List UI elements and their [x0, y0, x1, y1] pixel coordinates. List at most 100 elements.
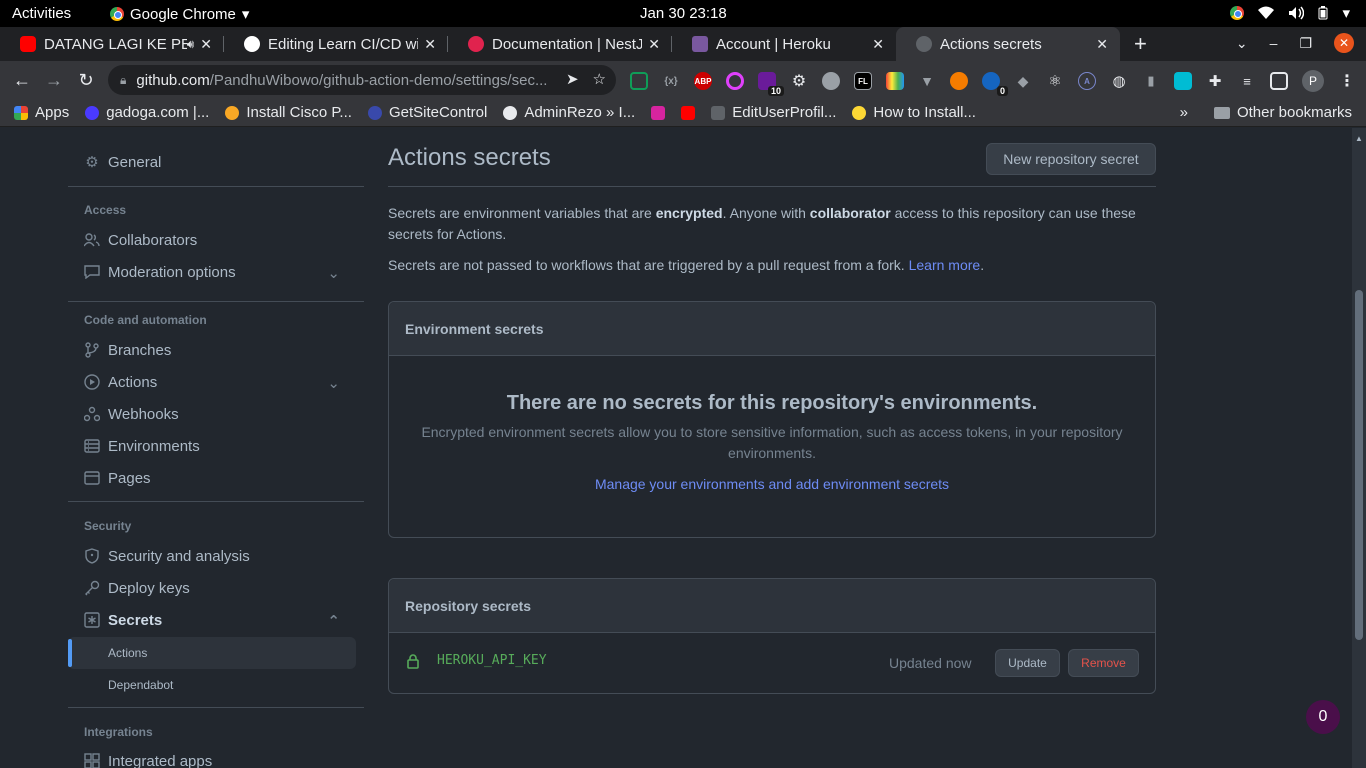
bookmark-item[interactable]: EditUserProfil...	[711, 104, 836, 121]
tab-search-icon[interactable]: ⌄	[1236, 35, 1248, 52]
angular-extension-icon[interactable]: A	[1078, 72, 1096, 90]
bookmark-apps[interactable]: Apps	[14, 104, 69, 121]
json-extension-icon[interactable]: {x}	[662, 72, 680, 90]
kebab-menu-icon[interactable]: ⋮	[1338, 72, 1356, 90]
app-menu[interactable]: Google Chrome ▾	[110, 5, 249, 23]
restore-button[interactable]: ❐	[1299, 35, 1312, 52]
bookmark-item[interactable]: AdminRezo » I...	[503, 104, 635, 121]
play-icon	[84, 374, 100, 390]
blue-extension-icon[interactable]: 0	[982, 72, 1008, 96]
caret-down-icon: ▾	[1342, 5, 1350, 22]
chevron-down-icon[interactable]: ⌄	[327, 264, 340, 282]
new-repository-secret-button[interactable]: New repository secret	[986, 143, 1156, 175]
sidebar-divider	[68, 186, 364, 187]
browser-tab[interactable]: DATANG LAGI KE PE 🔊︎ ✕	[0, 27, 224, 61]
close-icon[interactable]: ✕	[424, 36, 436, 53]
browser-tab-strip: DATANG LAGI KE PE 🔊︎ ✕ Editing Learn CI/…	[0, 27, 1366, 61]
sidebar-item-integrated-apps[interactable]: Integrated apps	[68, 746, 356, 768]
bookmark-item[interactable]: GetSiteControl	[367, 104, 487, 121]
sidebar-item-environments[interactable]: Environments	[68, 431, 356, 461]
bookmark-item[interactable]: gadoga.com |...	[85, 104, 209, 121]
extension-icon[interactable]: 10	[758, 72, 784, 96]
sidebar-item-label: Branches	[108, 341, 172, 359]
puzzle-icon[interactable]: ✚	[1206, 72, 1224, 90]
system-tray[interactable]: ▾	[1230, 4, 1350, 22]
new-tab-button[interactable]: +	[1134, 27, 1147, 61]
sidebar-item-branches[interactable]: Branches	[68, 335, 356, 365]
extensions-bar: {x} ABP 10 ⚙ FL ▼ 0 ◆ ⚛ A ◍ ▮ ✚ ≡ P ⋮	[630, 70, 1356, 96]
back-button[interactable]: ←	[6, 70, 38, 91]
orange-extension-icon[interactable]	[950, 72, 968, 90]
scrollbar-thumb[interactable]	[1355, 290, 1363, 640]
manage-environments-link[interactable]: Manage your environments and add environ…	[389, 476, 1155, 492]
sidebar-item-deploy-keys[interactable]: Deploy keys	[68, 573, 356, 603]
reload-button[interactable]: ↻	[70, 70, 102, 91]
git-extension-icon[interactable]: ◆	[1014, 72, 1032, 90]
close-icon[interactable]: ✕	[1096, 36, 1108, 53]
fork-note-text: Secrets are not passed to workflows that…	[388, 257, 909, 273]
sidebar-item-secrets[interactable]: Secrets ⌃	[68, 605, 356, 635]
screenshot-extension-icon[interactable]	[630, 72, 648, 90]
sidebar-subitem-dependabot[interactable]: Dependabot	[68, 669, 356, 701]
sidebar-item-webhooks[interactable]: Webhooks	[68, 399, 356, 429]
bookmark-star-icon[interactable]: ☆	[593, 70, 606, 88]
bookmark-label: How to Install...	[873, 104, 976, 121]
sidebar-item-general[interactable]: ⚙ General	[68, 147, 356, 177]
sidebar-item-actions[interactable]: Actions ⌄	[68, 367, 356, 397]
browser-tab[interactable]: Account | Heroku ✕	[672, 27, 896, 61]
forward-button[interactable]: →	[38, 70, 70, 91]
page-scrollbar[interactable]: ▲	[1352, 128, 1366, 768]
github-icon	[916, 36, 932, 52]
fl-extension-icon[interactable]: FL	[854, 72, 872, 90]
clock[interactable]: Jan 30 23:18	[640, 5, 727, 22]
chevron-up-icon[interactable]: ⌃	[327, 612, 340, 630]
lock-icon[interactable]: 🔒︎	[120, 73, 126, 88]
reading-list-icon[interactable]: ≡	[1238, 72, 1256, 90]
other-bookmarks-button[interactable]: Other bookmarks	[1213, 104, 1352, 121]
color-extension-icon[interactable]	[726, 72, 744, 90]
sidebar-item-collaborators[interactable]: Collaborators	[68, 225, 356, 255]
send-icon[interactable]: ➤	[566, 70, 579, 88]
address-bar[interactable]: 🔒︎ github.com/PandhuWibowo/github-action…	[108, 65, 616, 95]
chevron-down-icon[interactable]: ⌄	[327, 374, 340, 392]
palette-extension-icon[interactable]	[886, 72, 904, 90]
sidebar-item-security-analysis[interactable]: Security and analysis	[68, 541, 356, 571]
minimize-button[interactable]: –	[1270, 35, 1278, 51]
bookmarks-overflow-button[interactable]: »	[1180, 104, 1188, 121]
pen-extension-icon[interactable]	[1174, 72, 1192, 90]
battery-icon	[1318, 6, 1328, 20]
bookmark-item[interactable]: How to Install...	[852, 104, 976, 121]
speaker-icon[interactable]: 🔊︎	[187, 37, 195, 52]
scroll-up-icon[interactable]: ▲	[1355, 134, 1363, 143]
key-icon	[84, 580, 100, 596]
repository-secrets-heading: Repository secrets	[389, 579, 1155, 633]
window-close-button[interactable]: ✕	[1334, 33, 1354, 53]
sidebar-item-pages[interactable]: Pages	[68, 463, 356, 493]
globe-extension-icon[interactable]: ◍	[1110, 72, 1128, 90]
circle-extension-icon[interactable]	[822, 72, 840, 90]
floating-notification-button[interactable]: 0	[1306, 700, 1340, 734]
vue-extension-icon[interactable]: ▼	[918, 72, 936, 90]
bookmark-item[interactable]: Install Cisco P...	[225, 104, 352, 121]
sidebar-item-moderation[interactable]: Moderation options ⌄	[68, 257, 356, 287]
remove-secret-button[interactable]: Remove	[1068, 649, 1139, 677]
adblock-extension-icon[interactable]: ABP	[694, 72, 712, 90]
bookmark-item[interactable]	[651, 105, 666, 120]
code-extension-icon[interactable]: ▮	[1142, 72, 1160, 90]
update-secret-button[interactable]: Update	[995, 649, 1060, 677]
activities-button[interactable]: Activities	[12, 5, 71, 22]
learn-more-link[interactable]: Learn more	[909, 257, 981, 273]
browser-tab[interactable]: Editing Learn CI/CD wit ✕	[224, 27, 448, 61]
bookmark-item[interactable]	[681, 105, 696, 120]
profile-avatar[interactable]: P	[1302, 70, 1324, 92]
close-icon[interactable]: ✕	[872, 36, 884, 53]
sidebar-subitem-actions[interactable]: Actions	[68, 637, 356, 669]
react-extension-icon[interactable]: ⚛	[1046, 72, 1064, 90]
close-icon[interactable]: ✕	[648, 36, 660, 53]
side-panel-icon[interactable]	[1270, 72, 1288, 90]
browser-tab[interactable]: Documentation | NestJ ✕	[448, 27, 672, 61]
close-icon[interactable]: ✕	[200, 36, 212, 53]
browser-tab-active[interactable]: Actions secrets ✕	[896, 27, 1120, 61]
sidebar-divider	[68, 301, 364, 302]
gear-extension-icon[interactable]: ⚙	[790, 72, 808, 90]
